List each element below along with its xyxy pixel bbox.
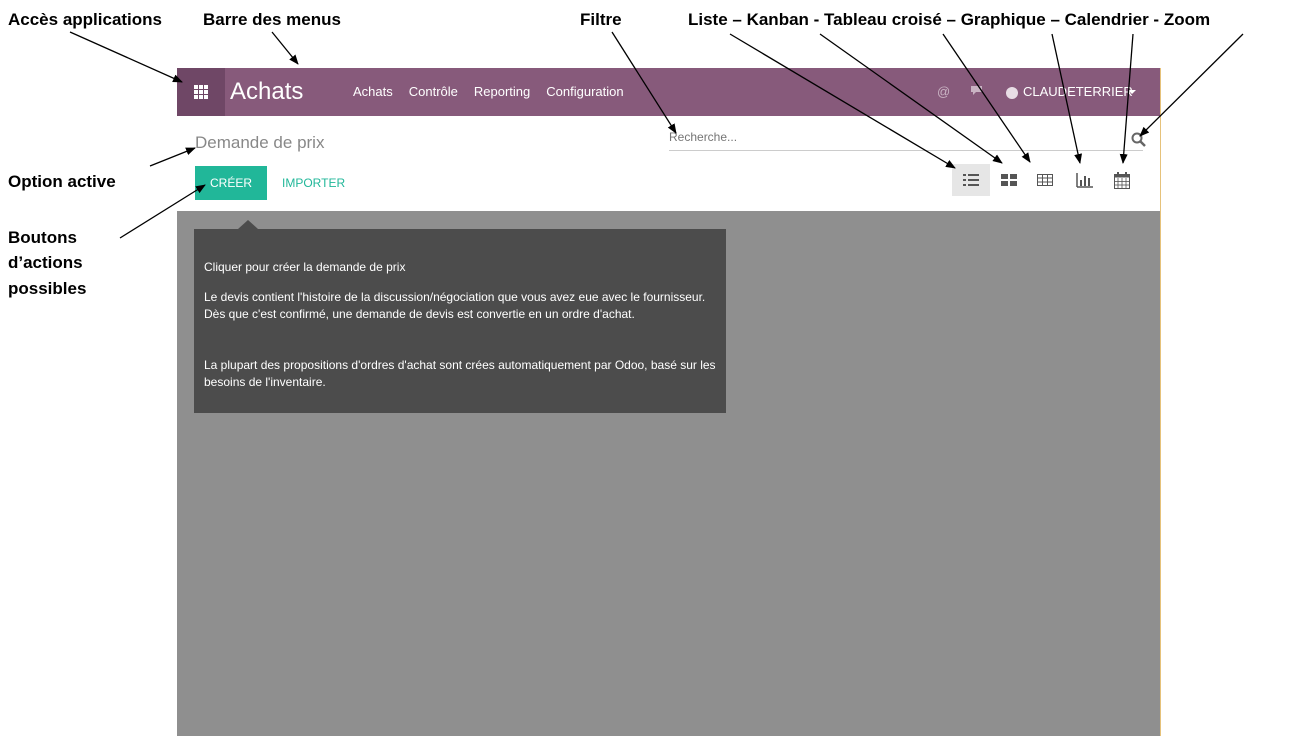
search-input[interactable] — [669, 130, 1109, 144]
annotation-active-option: Option active — [8, 172, 116, 191]
menu-item-reporting[interactable]: Reporting — [474, 84, 530, 100]
navbar: Achats Achats Contrôle Reporting Configu… — [177, 68, 1160, 116]
menu-item-controle[interactable]: Contrôle — [409, 84, 458, 100]
at-icon[interactable]: @ — [937, 84, 950, 100]
menu-item-achats[interactable]: Achats — [353, 84, 393, 100]
chevron-down-icon[interactable] — [1128, 90, 1136, 94]
annotation-action-buttons-2: d’actions — [8, 253, 83, 272]
help-tooltip: Cliquer pour créer la demande de prix Le… — [194, 220, 726, 413]
list-view-button[interactable] — [952, 164, 990, 196]
apps-button[interactable] — [177, 68, 225, 116]
avatar[interactable] — [1006, 87, 1018, 99]
annotation-apps-access: Accès applications — [8, 10, 163, 29]
help-paragraph: La plupart des propositions d'ordres d'a… — [204, 358, 716, 389]
annotation-views: Liste – Kanban - Tableau croisé – Graphi… — [688, 10, 1211, 29]
kanban-icon — [1001, 174, 1017, 186]
help-paragraph: Le devis contient l'histoire de la discu… — [204, 290, 706, 321]
main-menu: Achats Contrôle Reporting Configuration — [353, 84, 624, 100]
search-bar — [669, 128, 1143, 151]
annotation-filter: Filtre — [580, 10, 622, 29]
calendar-view-button[interactable] — [1103, 164, 1141, 196]
app-title: Achats — [230, 78, 304, 105]
breadcrumb: Demande de prix — [195, 133, 325, 152]
kanban-view-button[interactable] — [990, 164, 1028, 196]
annotation-action-buttons-1: Boutons — [8, 228, 77, 247]
annotation-action-buttons-3: possibles — [8, 279, 87, 298]
pivot-view-button[interactable] — [1026, 164, 1064, 196]
import-button[interactable]: IMPORTER — [282, 166, 345, 200]
pivot-table-icon — [1037, 174, 1053, 186]
list-icon — [963, 174, 979, 186]
create-button[interactable]: CRÉER — [195, 166, 267, 200]
chat-icon[interactable] — [970, 84, 983, 100]
calendar-icon — [1114, 172, 1130, 189]
annotation-menu-bar: Barre des menus — [203, 10, 341, 29]
help-title: Cliquer pour créer la demande de prix — [204, 260, 406, 274]
apps-grid-icon — [194, 85, 208, 99]
search-icon[interactable] — [1131, 132, 1146, 147]
graph-view-button[interactable] — [1065, 164, 1103, 196]
menu-item-configuration[interactable]: Configuration — [546, 84, 623, 100]
bar-chart-icon — [1076, 173, 1093, 188]
tooltip-arrow — [238, 220, 258, 229]
user-menu[interactable]: CLAUDETERRIER — [1023, 84, 1133, 100]
odoo-window: Achats Achats Contrôle Reporting Configu… — [177, 68, 1161, 736]
content-area: Cliquer pour créer la demande de prix Le… — [177, 211, 1160, 736]
